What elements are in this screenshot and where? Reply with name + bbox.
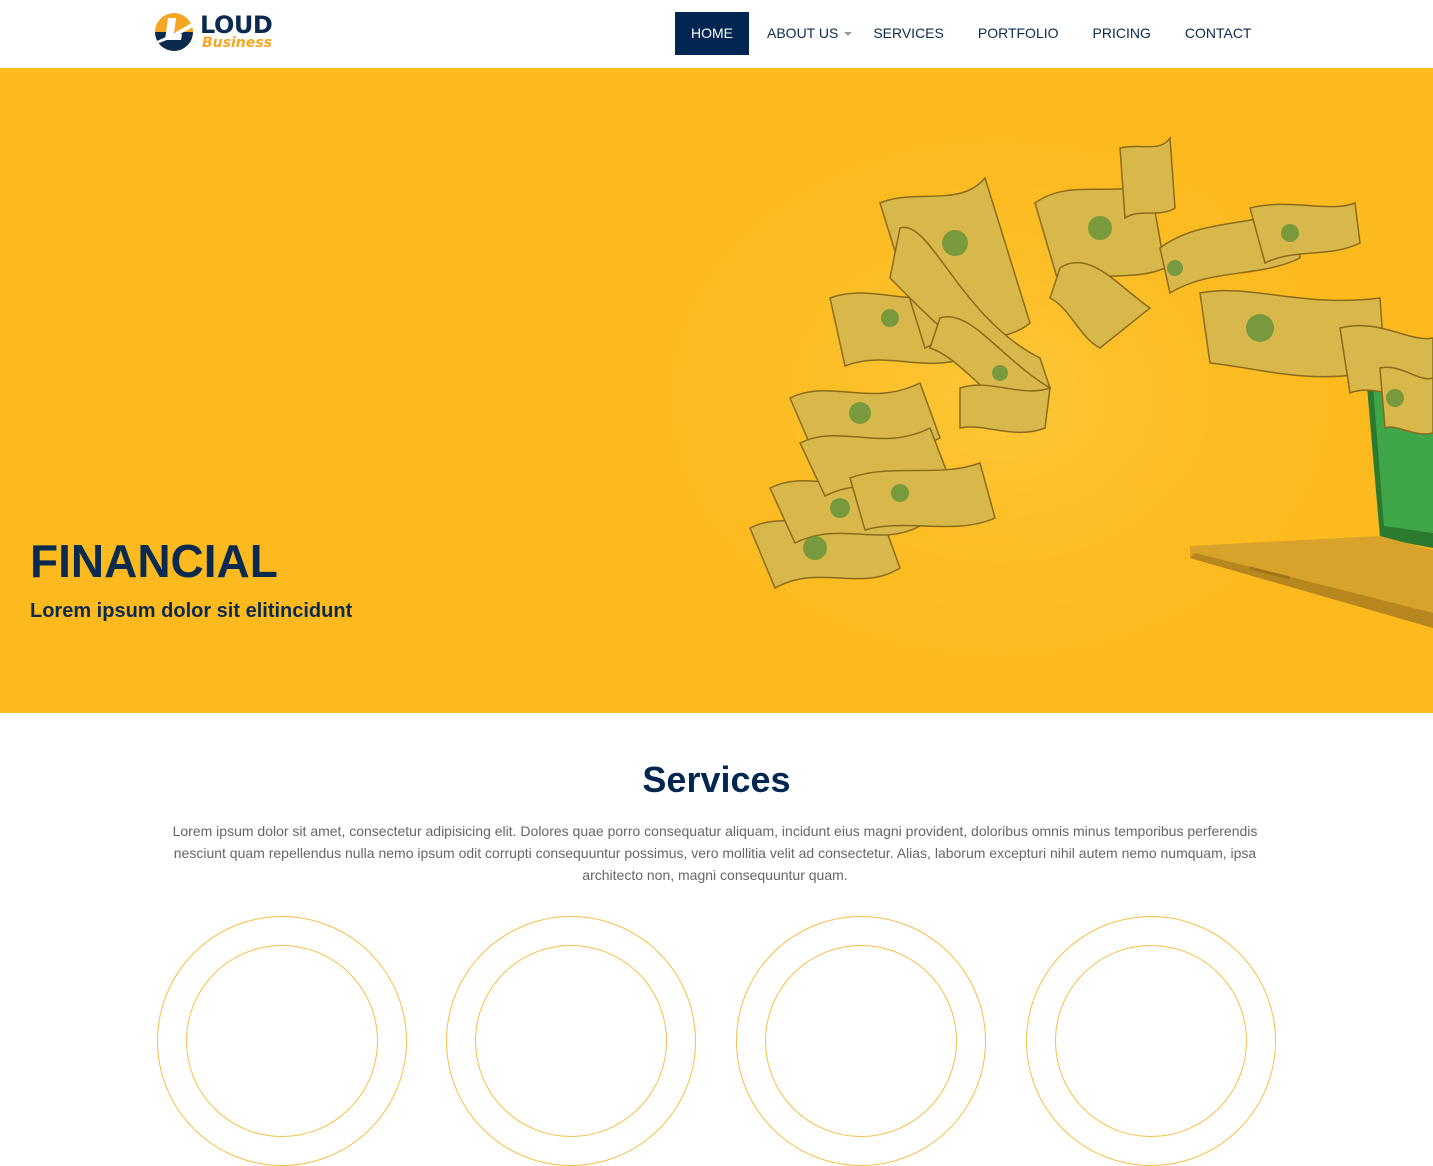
services-section: Services Lorem ipsum dolor sit amet, con…	[0, 713, 1433, 1166]
service-card-inner-circle	[1055, 945, 1247, 1137]
logo-mark-icon	[150, 13, 196, 51]
brand-name-secondary: Business	[202, 35, 272, 51]
services-title: Services	[642, 759, 791, 800]
service-card-inner-circle	[186, 945, 378, 1137]
service-card-circle	[157, 916, 407, 1166]
main-nav: HOME ABOUT US SERVICES PORTFOLIO PRICING…	[675, 12, 1251, 55]
service-card-inner-circle	[475, 945, 667, 1137]
hero-subtitle: Lorem ipsum dolor sit elitincidunt	[30, 600, 353, 622]
service-card-circle	[736, 916, 986, 1166]
brand-name-primary: LOUD	[200, 11, 273, 39]
nav-home[interactable]: HOME	[675, 12, 749, 55]
nav-services[interactable]: SERVICES	[873, 12, 944, 55]
hero-title: FINANCIAL	[30, 535, 278, 587]
top-navbar: LOUD Business HOME ABOUT US SERVICES POR…	[0, 0, 1433, 68]
chevron-down-icon	[844, 32, 853, 37]
nav-about-us[interactable]: ABOUT US	[767, 12, 853, 55]
service-card-circle	[446, 916, 696, 1166]
nav-contact[interactable]: CONTACT	[1185, 12, 1252, 55]
service-card-inner-circle	[765, 945, 957, 1137]
nav-about-us-label: ABOUT US	[767, 25, 839, 41]
nav-pricing[interactable]: PRICING	[1093, 12, 1151, 55]
service-card-circle	[1026, 916, 1276, 1166]
hero-banner: FINANCIAL Lorem ipsum dolor sit elitinci…	[0, 68, 1433, 713]
brand-logo[interactable]: LOUD Business	[150, 10, 290, 54]
services-description: Lorem ipsum dolor sit amet, consectetur …	[172, 823, 1258, 883]
nav-portfolio[interactable]: PORTFOLIO	[978, 12, 1059, 55]
